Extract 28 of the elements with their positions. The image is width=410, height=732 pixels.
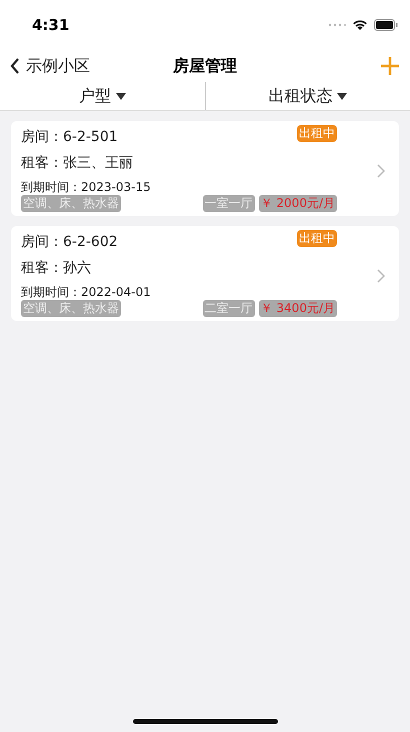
caret-down-icon [116, 92, 126, 100]
facilities-tag: 空调、床、热水器 [21, 195, 121, 212]
facilities-tag: 空调、床、热水器 [21, 300, 121, 317]
tenant-names: 租客：张三、王丽 [21, 154, 133, 173]
room-number: 房间：6-2-602 [21, 233, 118, 252]
room-number: 房间：6-2-501 [21, 128, 118, 147]
status-badge: 出租中 [297, 125, 337, 142]
rent-tag: ￥ 2000元/月 [258, 195, 337, 212]
caret-down-icon [337, 92, 348, 100]
expiry-date: 到期时间：2022-04-01 [21, 284, 151, 300]
signal-icon [328, 23, 346, 27]
back-chevron-icon [10, 58, 20, 74]
battery-icon [374, 19, 398, 31]
chevron-right-icon[interactable] [377, 164, 385, 178]
layout-tag: 二室一厅 [202, 300, 255, 317]
layout-tag: 一室一厅 [202, 195, 255, 212]
rent-tag: ￥ 3400元/月 [258, 300, 337, 317]
page-title: 房屋管理 [173, 56, 237, 74]
add-button[interactable] [380, 56, 400, 76]
back-button[interactable]: 示例小区 [10, 56, 90, 76]
tenant-names: 租客：孙六 [21, 259, 91, 278]
expiry-date: 到期时间：2023-03-15 [21, 179, 151, 195]
status-time: 4:31 [32, 16, 70, 34]
wifi-icon [352, 19, 368, 31]
status-badge: 出租中 [297, 230, 337, 247]
filter-dropdown[interactable]: 户型 [78, 86, 126, 106]
chevron-right-icon[interactable] [377, 269, 385, 283]
filter-dropdown[interactable]: 出租状态 [268, 86, 348, 106]
